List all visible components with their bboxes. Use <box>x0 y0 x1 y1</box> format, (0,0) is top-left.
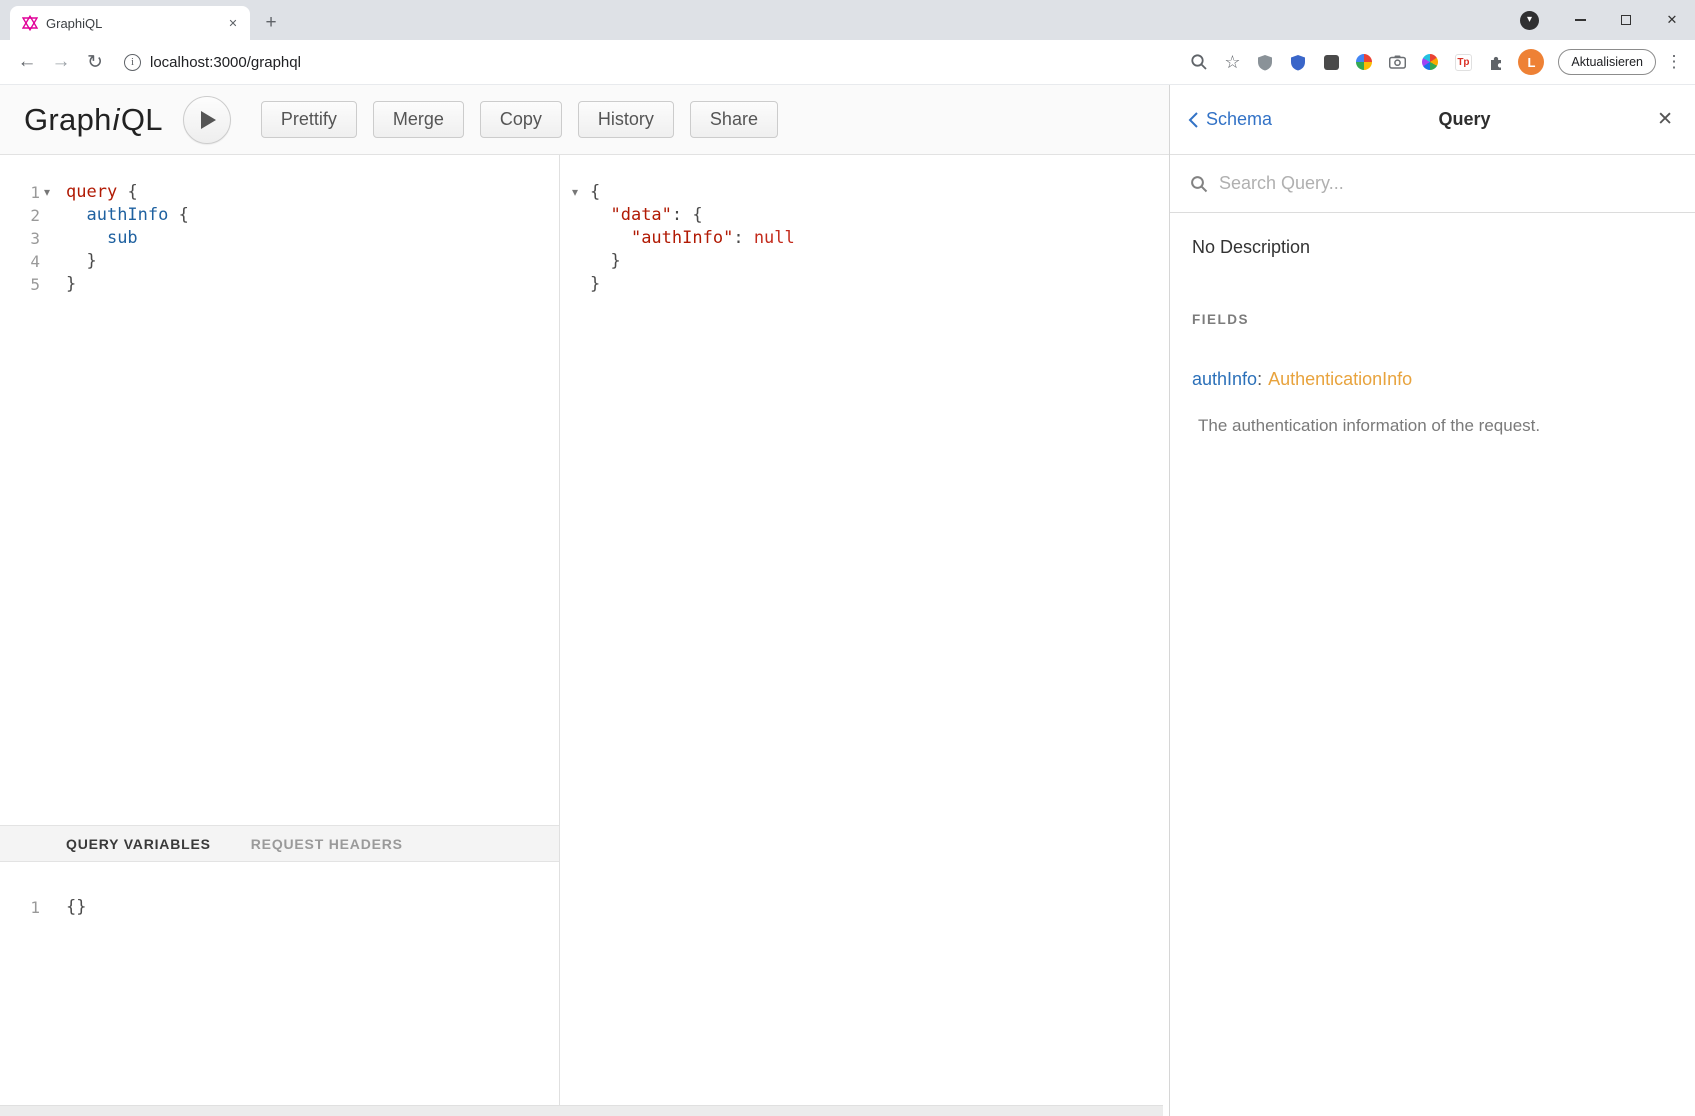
doc-search-input[interactable] <box>1219 173 1559 194</box>
field-name-link[interactable]: authInfo <box>1192 369 1257 389</box>
result-viewer[interactable]: ▾ { "data": { "authInfo": null }} <box>560 155 1169 1116</box>
tp-extension-icon[interactable]: Tp <box>1449 48 1477 76</box>
history-button[interactable]: History <box>578 101 674 138</box>
maximize-icon <box>1621 15 1631 25</box>
no-description-text: No Description <box>1192 237 1673 258</box>
doc-back-link[interactable]: Schema <box>1188 109 1272 130</box>
minimize-icon <box>1575 19 1586 21</box>
doc-close-icon[interactable]: ✕ <box>1657 108 1673 131</box>
doc-title: Query <box>1272 109 1657 130</box>
pinwheel-extension-icon[interactable] <box>1416 48 1444 76</box>
fields-section-header: FIELDS <box>1192 312 1673 327</box>
copy-button[interactable]: Copy <box>480 101 562 138</box>
field-colon: : <box>1257 369 1262 389</box>
puzzle-extensions-icon[interactable] <box>1482 48 1510 76</box>
zoom-icon[interactable] <box>1185 48 1213 76</box>
window-minimize-button[interactable] <box>1557 0 1603 40</box>
dark-square-extension-icon[interactable] <box>1317 48 1345 76</box>
graphiql-logo: GraphiQL <box>24 102 163 138</box>
site-info-icon[interactable]: i <box>124 54 141 71</box>
variables-editor-code[interactable]: {} <box>56 862 86 1116</box>
address-toolbar: ← → ↻ i localhost:3000/graphql ☆ Tp <box>0 40 1695 85</box>
graphql-favicon-icon <box>22 15 38 31</box>
merge-button[interactable]: Merge <box>373 101 464 138</box>
query-editor[interactable]: 12345 query { authInfo { sub }} ▾ <box>0 155 559 825</box>
tab-title: GraphiQL <box>46 16 216 31</box>
tab-query-variables[interactable]: QUERY VARIABLES <box>66 836 211 852</box>
graphiql-toolbar: GraphiQL Prettify Merge Copy History Sha… <box>0 85 1169 155</box>
new-tab-button[interactable]: + <box>256 8 286 38</box>
blue-shield-extension-icon[interactable] <box>1284 48 1312 76</box>
browser-profile-badge-icon[interactable]: ▾ <box>1520 11 1539 30</box>
camera-extension-icon[interactable] <box>1383 48 1411 76</box>
variables-editor[interactable]: 1 {} <box>0 862 559 1116</box>
browser-tab[interactable]: GraphiQL ✕ <box>10 6 250 40</box>
tab-close-icon[interactable]: ✕ <box>224 14 242 32</box>
query-editor-gutter: 12345 <box>0 155 56 825</box>
fold-arrow-icon[interactable]: ▾ <box>44 185 50 199</box>
doc-search-row <box>1170 155 1695 213</box>
chevron-left-icon <box>1188 111 1199 129</box>
search-icon <box>1190 175 1208 193</box>
tab-request-headers[interactable]: REQUEST HEADERS <box>251 836 403 852</box>
back-button[interactable]: ← <box>12 47 42 77</box>
browser-menu-icon[interactable]: ⋮ <box>1663 52 1685 72</box>
prettify-button[interactable]: Prettify <box>261 101 357 138</box>
variables-tab-bar: QUERY VARIABLES REQUEST HEADERS <box>0 825 559 862</box>
browser-window: GraphiQL ✕ + ▾ ✕ ← → ↻ i localhost:3000/… <box>0 0 1695 1116</box>
variables-editor-gutter: 1 <box>0 862 56 1116</box>
result-viewer-code: { "data": { "authInfo": null }} <box>590 181 1169 296</box>
reload-button[interactable]: ↻ <box>80 47 110 77</box>
field-description: The authentication information of the re… <box>1192 416 1673 436</box>
window-maximize-button[interactable] <box>1603 0 1649 40</box>
update-button[interactable]: Aktualisieren <box>1558 49 1656 75</box>
doc-back-label: Schema <box>1206 109 1272 130</box>
doc-explorer-panel: Schema Query ✕ No Description FIELDS aut… <box>1169 85 1695 1116</box>
tab-strip: GraphiQL ✕ + ▾ ✕ <box>0 0 1695 40</box>
doc-explorer-header: Schema Query ✕ <box>1170 85 1695 155</box>
fold-arrow-icon[interactable]: ▾ <box>572 185 578 199</box>
field-type-link[interactable]: AuthenticationInfo <box>1268 369 1412 389</box>
close-icon: ✕ <box>1667 12 1678 28</box>
forward-button[interactable]: → <box>46 47 76 77</box>
query-pane: 12345 query { authInfo { sub }} ▾ QUERY … <box>0 155 560 1116</box>
shield-extension-icon[interactable] <box>1251 48 1279 76</box>
window-close-button[interactable]: ✕ <box>1649 0 1695 40</box>
bookmark-star-icon[interactable]: ☆ <box>1218 48 1246 76</box>
url-text[interactable]: localhost:3000/graphql <box>150 54 301 71</box>
query-editor-code[interactable]: query { authInfo { sub }} <box>56 155 189 825</box>
address-bar[interactable]: i localhost:3000/graphql <box>124 54 301 71</box>
field-row: authInfo: AuthenticationInfo <box>1192 369 1673 390</box>
horizontal-scrollbar[interactable] <box>0 1105 1163 1116</box>
play-icon <box>201 111 216 129</box>
colorful-circle-extension-icon[interactable] <box>1350 48 1378 76</box>
share-button[interactable]: Share <box>690 101 778 138</box>
browser-avatar[interactable]: L <box>1518 49 1544 75</box>
execute-button[interactable] <box>183 96 231 144</box>
